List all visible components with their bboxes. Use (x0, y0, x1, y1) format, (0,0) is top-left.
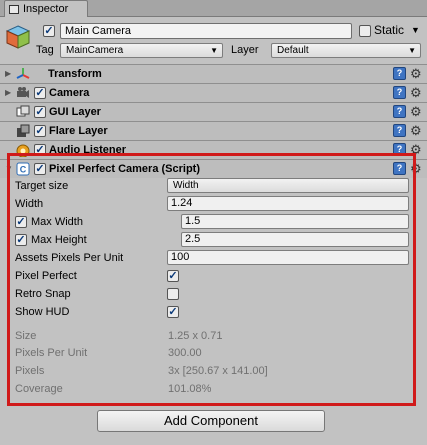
layer-value: Default (277, 45, 309, 56)
gameobject-name-field[interactable]: Main Camera (60, 23, 352, 39)
add-component-button[interactable]: Add Component (97, 410, 325, 432)
component-title: Flare Layer (49, 125, 108, 137)
max-height-field[interactable]: 2.5 (181, 232, 409, 247)
static-label: Static (374, 23, 405, 37)
tag-value: MainCamera (66, 45, 124, 56)
show-hud-label: Show HUD (15, 306, 70, 318)
ppu-value: 300.00 (168, 347, 202, 359)
ppu-label: Pixels Per Unit (15, 347, 88, 359)
help-icon[interactable]: ? (393, 162, 406, 175)
max-width-label: Max Width (31, 216, 83, 228)
audio-listener-icon (16, 144, 30, 157)
gameobject-cube-icon (5, 25, 31, 49)
width-label: Width (15, 198, 44, 210)
pixels-value: 3x [250.67 x 141.00] (168, 365, 268, 377)
static-checkbox[interactable]: ✓ (359, 25, 371, 37)
tab-bar: Inspector (0, 0, 427, 17)
layer-label: Layer (231, 44, 259, 56)
component-title: Audio Listener (49, 144, 127, 156)
svg-text:C: C (20, 165, 27, 175)
gear-icon[interactable]: ⚙ (410, 66, 422, 82)
max-height-checkbox[interactable]: ✓ (15, 234, 27, 246)
component-pixel-perfect-camera[interactable]: ▼ C ✓ Pixel Perfect Camera (Script) ? ⚙ (0, 159, 427, 178)
component-flare-layer[interactable]: ✓ Flare Layer ? ⚙ (0, 121, 427, 140)
help-icon[interactable]: ? (393, 124, 406, 137)
static-dropdown-arrow-icon[interactable]: ▼ (411, 25, 420, 35)
retro-snap-label: Retro Snap (15, 288, 71, 300)
component-enabled-checkbox[interactable]: ✓ (34, 106, 46, 118)
coverage-value: 101.08% (168, 383, 212, 395)
foldout-arrow-icon[interactable]: ▶ (5, 69, 11, 78)
gear-icon[interactable]: ⚙ (410, 161, 422, 177)
retro-snap-checkbox[interactable]: ✓ (167, 288, 179, 300)
component-gui-layer[interactable]: ✓ GUI Layer ? ⚙ (0, 102, 427, 121)
component-camera[interactable]: ▶ ✓ Camera ? ⚙ (0, 83, 427, 102)
gear-icon[interactable]: ⚙ (410, 104, 422, 120)
target-size-dropdown[interactable]: Width (167, 178, 409, 193)
size-label: Size (15, 330, 37, 342)
coverage-label: Coverage (15, 383, 63, 395)
show-hud-checkbox[interactable]: ✓ (167, 306, 179, 318)
component-title: Transform (48, 68, 102, 80)
component-title: GUI Layer (49, 106, 101, 118)
active-checkbox[interactable]: ✓ (43, 25, 55, 37)
max-height-label: Max Height (31, 234, 87, 246)
script-icon: C (16, 162, 30, 176)
size-value: 1.25 x 0.71 (168, 330, 223, 342)
help-icon[interactable]: ? (393, 105, 406, 118)
component-enabled-checkbox[interactable]: ✓ (34, 163, 46, 175)
width-field[interactable]: 1.24 (167, 196, 409, 211)
gear-icon[interactable]: ⚙ (410, 85, 422, 101)
max-width-checkbox[interactable]: ✓ (15, 216, 27, 228)
assets-ppu-field[interactable]: 100 (167, 250, 409, 265)
component-enabled-checkbox[interactable]: ✓ (34, 125, 46, 137)
assets-ppu-label: Assets Pixels Per Unit (15, 252, 124, 264)
pixel-perfect-label: Pixel Perfect (15, 270, 77, 282)
chevron-down-icon: ▼ (210, 46, 218, 55)
target-size-label: Target size (15, 180, 69, 192)
tab-label: Inspector (23, 3, 69, 15)
help-icon[interactable]: ? (393, 143, 406, 156)
gui-layer-icon (16, 105, 30, 117)
component-title: Pixel Perfect Camera (Script) (49, 163, 201, 175)
flare-layer-icon (17, 124, 30, 137)
component-title: Camera (49, 87, 90, 99)
inspector-icon (9, 4, 19, 14)
foldout-arrow-icon[interactable]: ▼ (5, 164, 13, 173)
camera-icon (17, 87, 29, 98)
foldout-arrow-icon[interactable]: ▶ (5, 88, 11, 97)
tab-inspector[interactable]: Inspector (4, 0, 88, 17)
tag-dropdown[interactable]: MainCamera ▼ (60, 43, 223, 58)
help-icon[interactable]: ? (393, 86, 406, 99)
target-size-value: Width (173, 180, 199, 191)
gameobject-header: ✓ Main Camera ✓ Static ▼ Tag MainCamera … (0, 17, 427, 63)
gear-icon[interactable]: ⚙ (410, 142, 422, 158)
help-icon[interactable]: ? (393, 67, 406, 80)
transform-icon (16, 68, 30, 79)
component-audio-listener[interactable]: ✓ Audio Listener ? ⚙ (0, 140, 427, 159)
component-enabled-checkbox[interactable]: ✓ (34, 144, 46, 156)
component-transform[interactable]: ▶ Transform ? ⚙ (0, 64, 427, 83)
layer-dropdown[interactable]: Default ▼ (271, 43, 421, 58)
max-width-field[interactable]: 1.5 (181, 214, 409, 229)
pixels-label: Pixels (15, 365, 45, 377)
chevron-down-icon: ▼ (408, 46, 416, 55)
component-enabled-checkbox[interactable]: ✓ (34, 87, 46, 99)
gear-icon[interactable]: ⚙ (410, 123, 422, 139)
tag-label: Tag (36, 44, 54, 56)
pixel-perfect-checkbox[interactable]: ✓ (167, 270, 179, 282)
